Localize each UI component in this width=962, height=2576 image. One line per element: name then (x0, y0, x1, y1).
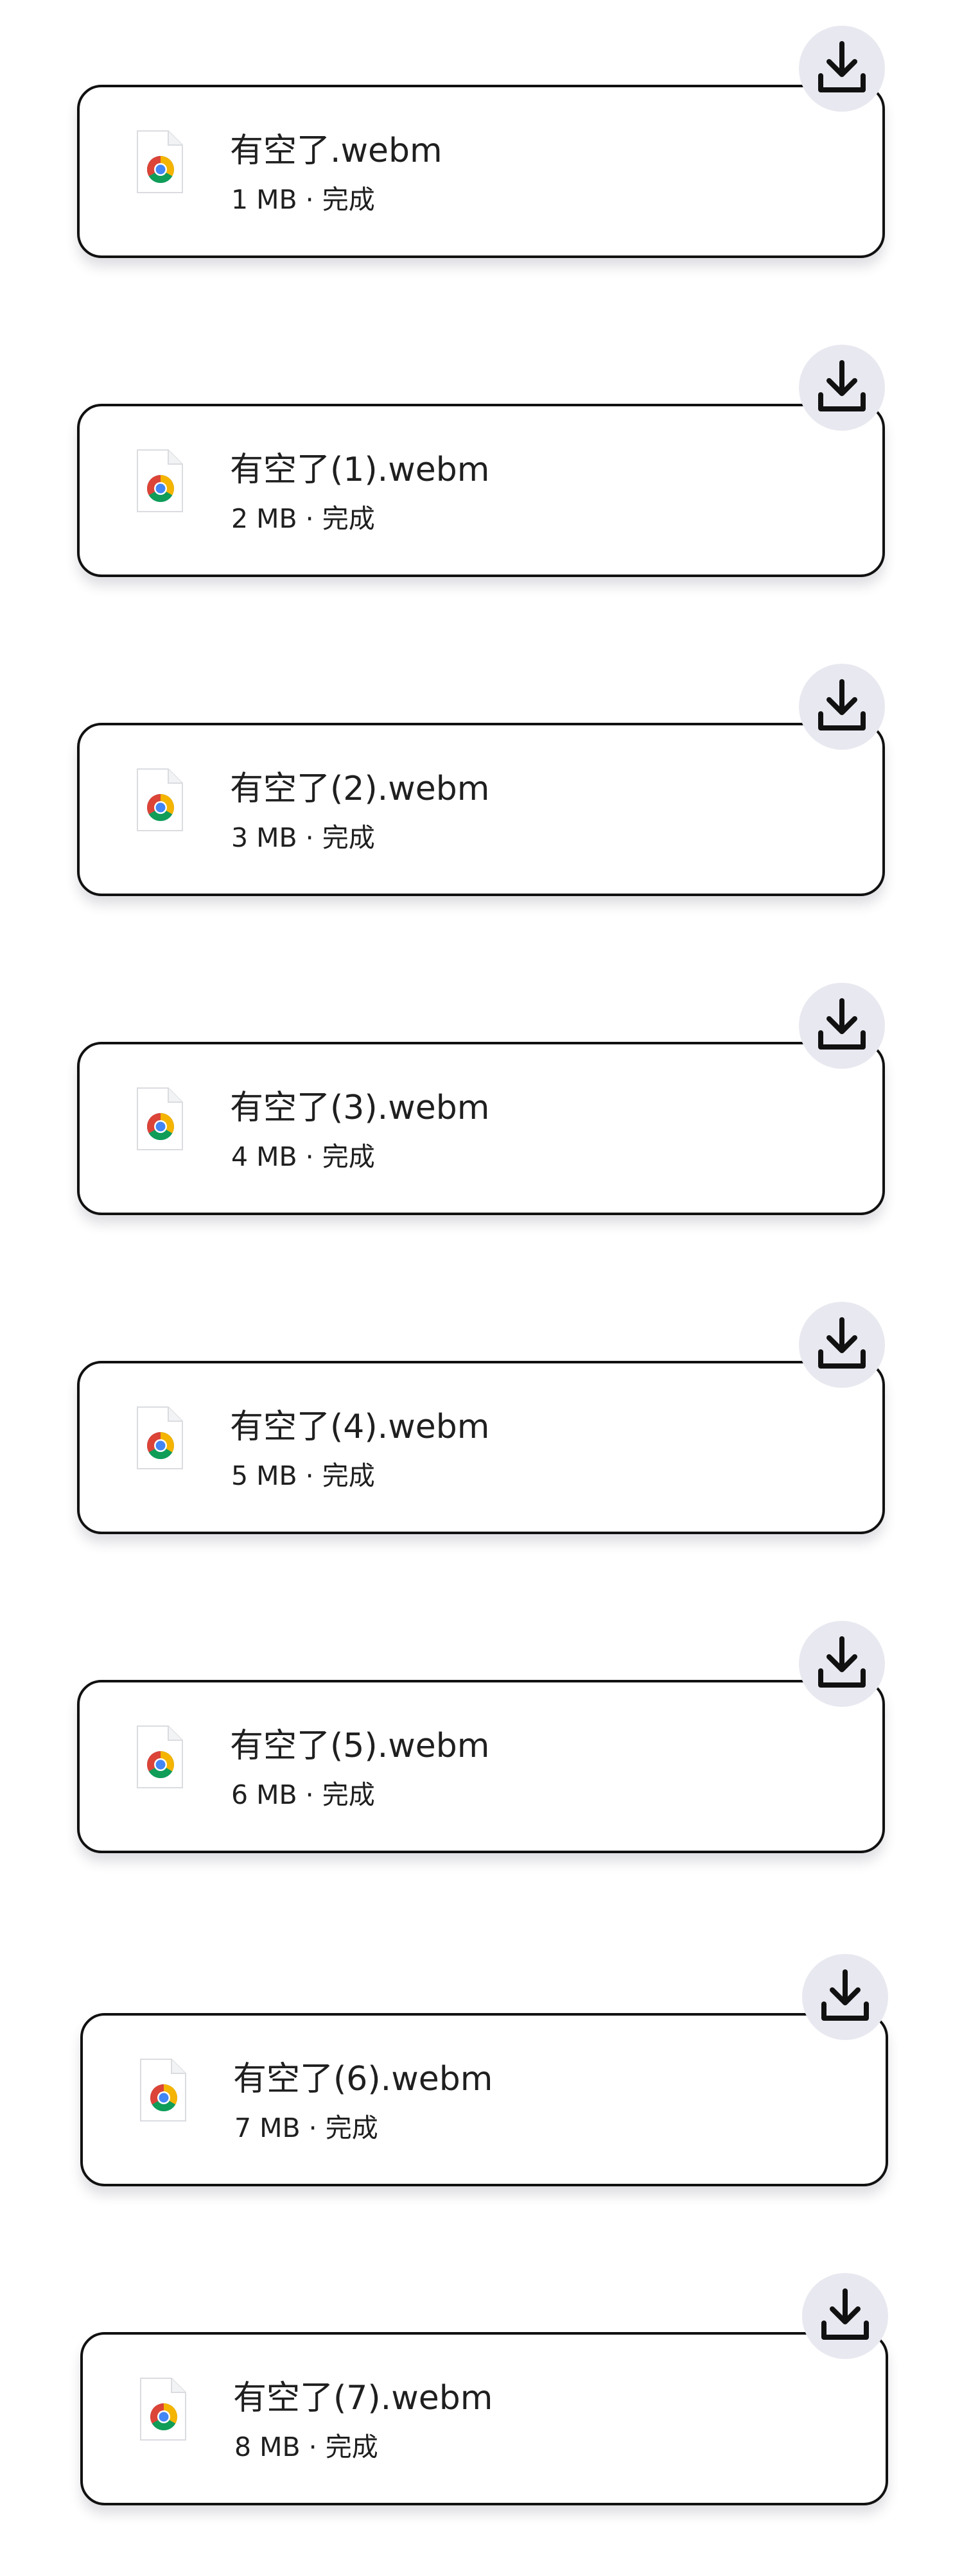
file-status: 6 MB · 完成 (231, 1779, 375, 1810)
chrome-file-icon (134, 1085, 185, 1152)
file-name: 有空了.webm (230, 132, 442, 170)
download-item: 有空了(3).webm 4 MB · 完成 (0, 957, 962, 1278)
file-status: 5 MB · 完成 (231, 1460, 375, 1491)
download-card[interactable]: 有空了(3).webm 4 MB · 完成 (77, 1042, 885, 1215)
download-item: 有空了(6).webm 7 MB · 完成 (3, 1928, 962, 2249)
download-item: 有空了(1).webm 2 MB · 完成 (0, 319, 962, 640)
chrome-file-icon (134, 447, 185, 514)
download-button[interactable] (799, 26, 885, 112)
download-card[interactable]: 有空了(4).webm 5 MB · 完成 (77, 1361, 885, 1534)
download-button[interactable] (799, 1302, 885, 1388)
download-item: 有空了(4).webm 5 MB · 完成 (0, 1276, 962, 1597)
download-card[interactable]: 有空了.webm 1 MB · 完成 (77, 85, 885, 258)
download-button[interactable] (799, 1621, 885, 1707)
download-button[interactable] (799, 983, 885, 1069)
download-card[interactable]: 有空了(1).webm 2 MB · 完成 (77, 404, 885, 577)
file-status: 3 MB · 完成 (231, 822, 375, 853)
download-button[interactable] (799, 664, 885, 750)
file-name: 有空了(2).webm (230, 770, 490, 808)
download-item: 有空了(2).webm 3 MB · 完成 (0, 638, 962, 959)
download-card[interactable]: 有空了(5).webm 6 MB · 完成 (77, 1680, 885, 1853)
download-button[interactable] (799, 345, 885, 431)
file-status: 4 MB · 完成 (231, 1141, 375, 1172)
file-name: 有空了(3).webm (230, 1089, 490, 1127)
file-name: 有空了(5).webm (230, 1727, 490, 1765)
chrome-file-icon (137, 2376, 188, 2442)
download-button[interactable] (802, 2273, 888, 2359)
file-name: 有空了(7).webm (233, 2379, 493, 2417)
file-status: 7 MB · 完成 (234, 2113, 378, 2143)
download-button[interactable] (802, 1954, 888, 2040)
download-card[interactable]: 有空了(7).webm 8 MB · 完成 (80, 2332, 888, 2505)
file-status: 8 MB · 完成 (234, 2432, 378, 2462)
downloads-list: 有空了.webm 1 MB · 完成 有空了(1).webm 2 MB · 完成… (0, 0, 962, 2576)
chrome-file-icon (134, 766, 185, 833)
download-item: 有空了.webm 1 MB · 完成 (0, 0, 962, 321)
chrome-file-icon (134, 128, 185, 195)
chrome-file-icon (137, 2057, 188, 2123)
download-card[interactable]: 有空了(6).webm 7 MB · 完成 (80, 2013, 888, 2186)
download-item: 有空了(7).webm 8 MB · 完成 (3, 2247, 962, 2568)
file-name: 有空了(4).webm (230, 1408, 490, 1446)
file-status: 1 MB · 完成 (231, 184, 375, 215)
file-name: 有空了(6).webm (233, 2060, 493, 2098)
download-item: 有空了(5).webm 6 MB · 完成 (0, 1595, 962, 1916)
chrome-file-icon (134, 1724, 185, 1790)
download-card[interactable]: 有空了(2).webm 3 MB · 完成 (77, 723, 885, 896)
file-name: 有空了(1).webm (230, 451, 490, 489)
file-status: 2 MB · 完成 (231, 503, 375, 534)
chrome-file-icon (134, 1405, 185, 1471)
